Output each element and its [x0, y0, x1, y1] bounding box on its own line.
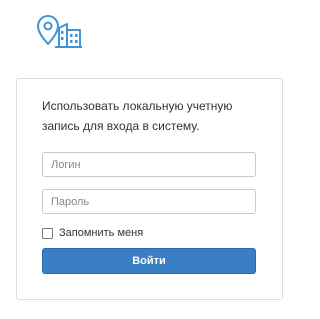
remember-me-option[interactable]: Запомнить меня: [42, 225, 143, 241]
location-pin-buildings-icon: [37, 15, 82, 48]
remember-me-label: Запомнить меня: [59, 227, 144, 239]
username-input[interactable]: [42, 152, 256, 177]
login-page: Использовать локальную учетную запись дл…: [0, 0, 294, 319]
login-button[interactable]: Войти: [42, 248, 256, 274]
login-intro-text: Использовать локальную учетную запись дл…: [42, 99, 233, 133]
login-card: Использовать локальную учетную запись дл…: [16, 78, 283, 300]
remember-me-checkbox[interactable]: [42, 227, 53, 239]
password-input[interactable]: [42, 189, 256, 214]
